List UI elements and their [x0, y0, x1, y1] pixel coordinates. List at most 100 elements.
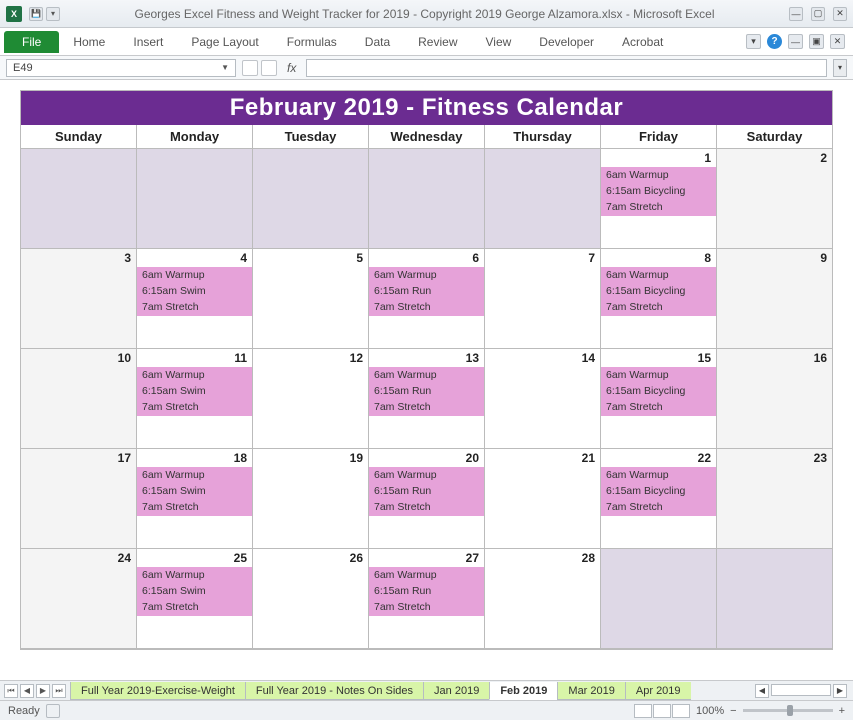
- calendar-cell[interactable]: [717, 549, 832, 649]
- tab-nav-next-icon[interactable]: ▶: [36, 684, 50, 698]
- qat-dropdown-icon[interactable]: ▾: [46, 7, 60, 21]
- calendar-cell[interactable]: 19: [253, 449, 369, 549]
- sheet-tab-apr-2019[interactable]: Apr 2019: [625, 682, 691, 700]
- workbook-minimize-button[interactable]: —: [788, 34, 803, 49]
- hscroll-left-icon[interactable]: ◀: [755, 684, 769, 698]
- calendar-cell[interactable]: 24: [21, 549, 137, 649]
- calendar-cell[interactable]: [253, 149, 369, 249]
- zoom-level: 100%: [696, 705, 724, 717]
- name-box[interactable]: E49 ▼: [6, 59, 236, 77]
- calendar-cell[interactable]: 7: [485, 249, 601, 349]
- events-block: 6am Warmup6:15am Swim7am Stretch: [137, 267, 252, 316]
- menu-developer[interactable]: Developer: [525, 28, 608, 55]
- save-icon[interactable]: 💾: [29, 7, 43, 21]
- zoom-out-button[interactable]: −: [730, 705, 736, 717]
- calendar-cell[interactable]: 12: [253, 349, 369, 449]
- name-box-dropdown-icon[interactable]: ▼: [221, 63, 229, 72]
- menu-home[interactable]: Home: [59, 28, 119, 55]
- calendar-cell[interactable]: 21: [485, 449, 601, 549]
- normal-view-button[interactable]: [634, 704, 652, 718]
- calendar-week-row: 24256am Warmup6:15am Swim7am Stretch2627…: [21, 549, 832, 649]
- calendar-cell[interactable]: 136am Warmup6:15am Run7am Stretch: [369, 349, 485, 449]
- calendar-cell[interactable]: 156am Warmup6:15am Bicycling7am Stretch: [601, 349, 717, 449]
- page-layout-view-button[interactable]: [653, 704, 671, 718]
- calendar-cell[interactable]: [369, 149, 485, 249]
- menu-view[interactable]: View: [472, 28, 526, 55]
- event-item: 6:15am Swim: [137, 383, 252, 399]
- formula-input[interactable]: [306, 59, 827, 77]
- zoom-thumb[interactable]: [787, 705, 793, 716]
- calendar-cell[interactable]: 226am Warmup6:15am Bicycling7am Stretch: [601, 449, 717, 549]
- menu-acrobat[interactable]: Acrobat: [608, 28, 677, 55]
- calendar-cell[interactable]: 2: [717, 149, 832, 249]
- fx-icon[interactable]: fx: [283, 61, 300, 75]
- sheet-tab-full-year-2019-notes-on-sides[interactable]: Full Year 2019 - Notes On Sides: [245, 682, 424, 700]
- calendar-cell[interactable]: 17: [21, 449, 137, 549]
- event-item: 6am Warmup: [369, 267, 484, 283]
- zoom-controls: 100% − +: [634, 704, 845, 718]
- sheet-tab-bar: ⏮ ◀ ▶ ⏭ Full Year 2019-Exercise-WeightFu…: [0, 680, 853, 700]
- events-block: 6am Warmup6:15am Bicycling7am Stretch: [601, 167, 716, 216]
- excel-icon[interactable]: X: [6, 6, 22, 22]
- formula-expand-icon[interactable]: ▾: [833, 59, 847, 77]
- file-tab[interactable]: File: [4, 31, 59, 53]
- calendar-cell[interactable]: [485, 149, 601, 249]
- menu-formulas[interactable]: Formulas: [273, 28, 351, 55]
- page-break-view-button[interactable]: [672, 704, 690, 718]
- close-button[interactable]: ✕: [833, 7, 847, 21]
- calendar-cell[interactable]: 23: [717, 449, 832, 549]
- tab-nav-first-icon[interactable]: ⏮: [4, 684, 18, 698]
- event-item: 7am Stretch: [369, 399, 484, 415]
- calendar-cell[interactable]: 26: [253, 549, 369, 649]
- workbook-restore-button[interactable]: ▣: [809, 34, 824, 49]
- day-number: 4: [240, 251, 247, 265]
- calendar-cell[interactable]: 86am Warmup6:15am Bicycling7am Stretch: [601, 249, 717, 349]
- tab-nav-last-icon[interactable]: ⏭: [52, 684, 66, 698]
- horizontal-scrollbar[interactable]: [771, 684, 831, 696]
- enter-formula-button[interactable]: [261, 60, 277, 76]
- calendar-cell[interactable]: 5: [253, 249, 369, 349]
- calendar-cell[interactable]: 16: [717, 349, 832, 449]
- calendar-cell[interactable]: [601, 549, 717, 649]
- event-item: 7am Stretch: [137, 499, 252, 515]
- calendar-cell[interactable]: 10: [21, 349, 137, 449]
- workbook-close-button[interactable]: ✕: [830, 34, 845, 49]
- menu-review[interactable]: Review: [404, 28, 471, 55]
- ribbon-minimize-icon[interactable]: ▾: [746, 34, 761, 49]
- sheet-tab-mar-2019[interactable]: Mar 2019: [557, 682, 625, 700]
- event-item: 6:15am Bicycling: [601, 283, 716, 299]
- calendar-cell[interactable]: [21, 149, 137, 249]
- calendar-cell[interactable]: 206am Warmup6:15am Run7am Stretch: [369, 449, 485, 549]
- help-icon[interactable]: ?: [767, 34, 782, 49]
- maximize-button[interactable]: ▢: [811, 7, 825, 21]
- calendar-cell[interactable]: 256am Warmup6:15am Swim7am Stretch: [137, 549, 253, 649]
- calendar-cell[interactable]: 14: [485, 349, 601, 449]
- menu-insert[interactable]: Insert: [119, 28, 177, 55]
- sheet-tab-feb-2019[interactable]: Feb 2019: [489, 682, 558, 700]
- event-item: 6am Warmup: [137, 467, 252, 483]
- calendar-cell[interactable]: 276am Warmup6:15am Run7am Stretch: [369, 549, 485, 649]
- calendar-cell[interactable]: 186am Warmup6:15am Swim7am Stretch: [137, 449, 253, 549]
- calendar-cell[interactable]: 3: [21, 249, 137, 349]
- calendar-cell[interactable]: 4 6am Warmup6:15am Swim7am Stretch: [137, 249, 253, 349]
- tab-nav-prev-icon[interactable]: ◀: [20, 684, 34, 698]
- minimize-button[interactable]: —: [789, 7, 803, 21]
- menu-page-layout[interactable]: Page Layout: [177, 28, 272, 55]
- tab-scroll-controls: ◀ ▶: [755, 684, 853, 698]
- calendar-cell[interactable]: [137, 149, 253, 249]
- menu-data[interactable]: Data: [351, 28, 404, 55]
- worksheet-area[interactable]: February 2019 - Fitness Calendar SundayM…: [0, 80, 853, 680]
- macro-record-icon[interactable]: [46, 704, 60, 718]
- calendar-cell[interactable]: 16am Warmup6:15am Bicycling7am Stretch: [601, 149, 717, 249]
- zoom-slider[interactable]: [743, 709, 833, 712]
- event-item: 6:15am Swim: [137, 583, 252, 599]
- zoom-in-button[interactable]: +: [839, 705, 845, 717]
- hscroll-right-icon[interactable]: ▶: [833, 684, 847, 698]
- calendar-cell[interactable]: 116am Warmup6:15am Swim7am Stretch: [137, 349, 253, 449]
- cancel-formula-button[interactable]: [242, 60, 258, 76]
- calendar-cell[interactable]: 66am Warmup6:15am Run7am Stretch: [369, 249, 485, 349]
- calendar-cell[interactable]: 28: [485, 549, 601, 649]
- sheet-tab-full-year-2019-exercise-weight[interactable]: Full Year 2019-Exercise-Weight: [70, 682, 246, 700]
- calendar-cell[interactable]: 9: [717, 249, 832, 349]
- sheet-tab-jan-2019[interactable]: Jan 2019: [423, 682, 490, 700]
